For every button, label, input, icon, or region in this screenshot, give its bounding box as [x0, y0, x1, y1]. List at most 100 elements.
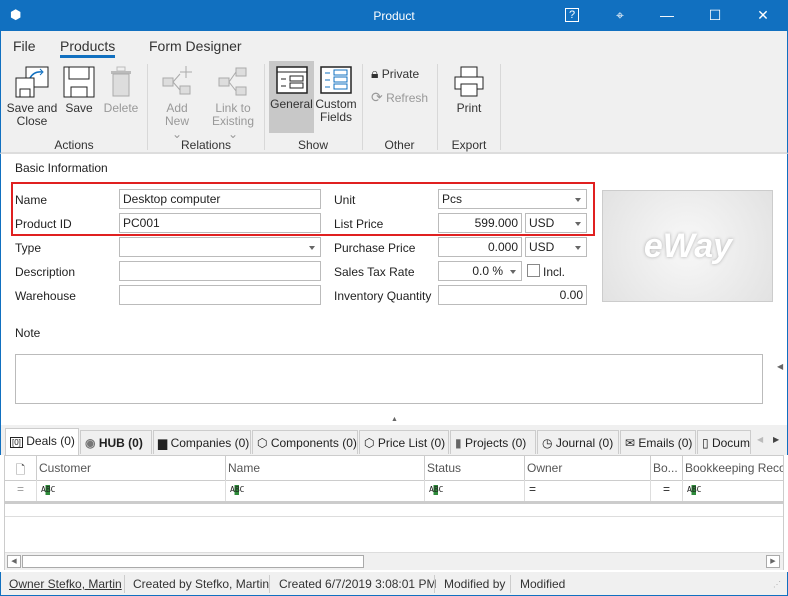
- tab-journal[interactable]: ◷ Journal (0): [537, 430, 619, 454]
- delete-button[interactable]: Delete: [101, 66, 141, 115]
- add-new-button[interactable]: Add New ⌄: [153, 66, 201, 141]
- column-header-name[interactable]: Name: [226, 456, 425, 480]
- related-tabs: [0] Deals (0) ◉ HUB (0) ▆ Companies (0) …: [0, 425, 788, 455]
- unit-label: Unit: [334, 193, 356, 207]
- owner-link[interactable]: Owner Stefko, Martin: [9, 577, 122, 591]
- tab-file[interactable]: File: [13, 38, 36, 54]
- close-button[interactable]: ✕: [740, 0, 786, 31]
- trash-icon: [111, 66, 131, 97]
- tab-documents[interactable]: ▯ Docum: [697, 430, 751, 454]
- tab-deals[interactable]: [0] Deals (0): [5, 428, 79, 455]
- link-to-existing-button[interactable]: Link to Existing ⌄: [206, 66, 260, 141]
- link-relation-icon: [218, 67, 247, 96]
- product-image[interactable]: eWay: [602, 190, 773, 302]
- deals-icon: [0]: [10, 437, 23, 448]
- column-header-bo[interactable]: Bo...: [651, 456, 683, 480]
- print-button[interactable]: Print: [449, 66, 489, 115]
- save-icon: [63, 66, 95, 98]
- add-relation-icon: [162, 66, 192, 95]
- column-header-status[interactable]: Status: [425, 456, 525, 480]
- general-form-icon: [275, 66, 308, 94]
- title-bar: ⬢ Product ? ⌖ — ☐ ✕: [0, 0, 788, 31]
- inventory-input[interactable]: 0.00: [438, 285, 587, 305]
- private-button[interactable]: 🔒︎ Private: [371, 65, 419, 82]
- tab-price-list[interactable]: ⬡ Price List (0): [359, 430, 449, 454]
- column-header-new[interactable]: 🗋︎: [5, 456, 37, 480]
- custom-fields-icon: [320, 66, 352, 94]
- tab-components[interactable]: ⬡ Components (0): [252, 430, 358, 454]
- tab-hub[interactable]: ◉ HUB (0): [80, 430, 152, 454]
- save-and-close-icon: [15, 66, 49, 98]
- separator: [500, 64, 501, 150]
- purchase-price-label: Purchase Price: [334, 241, 416, 255]
- horizontal-scrollbar[interactable]: ◀ ▶: [5, 552, 783, 570]
- custom-fields-button[interactable]: Custom Fields: [315, 66, 357, 124]
- refresh-icon: ⟳: [371, 89, 383, 105]
- scrollbar-thumb[interactable]: [22, 555, 364, 568]
- product-id-label: Product ID: [15, 217, 72, 231]
- price-list-icon: ⬡: [364, 436, 375, 450]
- printer-icon: [454, 66, 484, 97]
- filter-status[interactable]: ABC: [425, 480, 525, 501]
- modified-by: Modified by: [444, 577, 506, 591]
- filter-name[interactable]: ABC: [226, 480, 425, 501]
- maximize-button[interactable]: ☐: [692, 0, 738, 31]
- scroll-left-icon[interactable]: ◀: [7, 555, 21, 568]
- incl-label: Incl.: [543, 265, 566, 279]
- column-header-bookkeeping[interactable]: Bookkeeping Record: [683, 456, 783, 480]
- tab-form-designer[interactable]: Form Designer: [149, 38, 242, 54]
- tabs-scroll-left-icon[interactable]: ◀: [757, 435, 763, 444]
- email-icon: ✉: [625, 436, 636, 450]
- product-id-input[interactable]: PC001: [119, 213, 321, 233]
- filter-bookkeeping[interactable]: ABC: [683, 480, 783, 501]
- tab-projects[interactable]: ▮ Projects (0): [450, 430, 536, 454]
- created-by: Created by Stefko, Martin: [133, 577, 270, 591]
- filter-row-indicator: =: [5, 480, 37, 501]
- sales-tax-select[interactable]: 0.0 %: [438, 261, 522, 281]
- tabs-scroll-right-icon[interactable]: ▶: [773, 435, 779, 444]
- filter-bo[interactable]: =: [651, 480, 683, 501]
- scroll-right-icon[interactable]: ▶: [766, 555, 780, 568]
- unit-select[interactable]: Pcs: [438, 189, 587, 209]
- name-input[interactable]: Desktop computer: [119, 189, 321, 209]
- pin-button[interactable]: ⌖: [597, 0, 643, 31]
- status-bar: Owner Stefko, Martin Created by Stefko, …: [0, 572, 788, 596]
- eway-logo: eWay: [643, 227, 733, 265]
- resize-grip-icon[interactable]: ⋰: [773, 580, 781, 589]
- filter-customer[interactable]: ABC: [37, 480, 226, 501]
- group-label-export: Export: [451, 138, 487, 152]
- save-button[interactable]: Save: [61, 66, 97, 115]
- description-input[interactable]: [119, 261, 321, 281]
- tab-emails[interactable]: ✉ Emails (0): [620, 430, 696, 454]
- warehouse-label: Warehouse: [15, 289, 76, 303]
- purchase-price-currency-select[interactable]: USD: [525, 237, 587, 257]
- tab-products[interactable]: Products: [60, 38, 116, 58]
- splitter-up-icon[interactable]: ▲: [391, 416, 398, 423]
- note-label: Note: [15, 326, 41, 340]
- product-form: Basic Information Name Desktop computer …: [0, 154, 788, 425]
- filter-owner[interactable]: =: [525, 480, 651, 501]
- group-label-show: Show: [297, 138, 329, 152]
- ribbon: Save and Close Save Delete Actions Add Ne…: [0, 60, 788, 154]
- column-header-customer[interactable]: Customer: [37, 456, 226, 480]
- note-textarea[interactable]: [15, 354, 763, 404]
- incl-checkbox[interactable]: [527, 264, 540, 277]
- type-label: Type: [15, 241, 42, 255]
- list-price-currency-select[interactable]: USD: [525, 213, 587, 233]
- new-document-icon: 🗋︎: [15, 463, 26, 477]
- help-button[interactable]: ?: [549, 0, 595, 31]
- warehouse-input[interactable]: [119, 285, 321, 305]
- column-header-owner[interactable]: Owner: [525, 456, 651, 480]
- type-select[interactable]: [119, 237, 321, 257]
- collapse-right-icon[interactable]: ◀: [777, 362, 783, 371]
- save-and-close-button[interactable]: Save and Close: [5, 66, 59, 128]
- list-price-input[interactable]: 599.000: [438, 213, 522, 233]
- purchase-price-input[interactable]: 0.000: [438, 237, 522, 257]
- minimize-button[interactable]: —: [644, 0, 690, 31]
- refresh-button[interactable]: ⟳ Refresh: [371, 89, 428, 106]
- menu-bar: File Products Form Designer: [0, 31, 788, 60]
- general-view-button[interactable]: General: [269, 61, 314, 133]
- group-label-relations: Relations: [180, 138, 232, 152]
- tab-companies[interactable]: ▆ Companies (0): [153, 430, 251, 454]
- description-label: Description: [15, 265, 76, 279]
